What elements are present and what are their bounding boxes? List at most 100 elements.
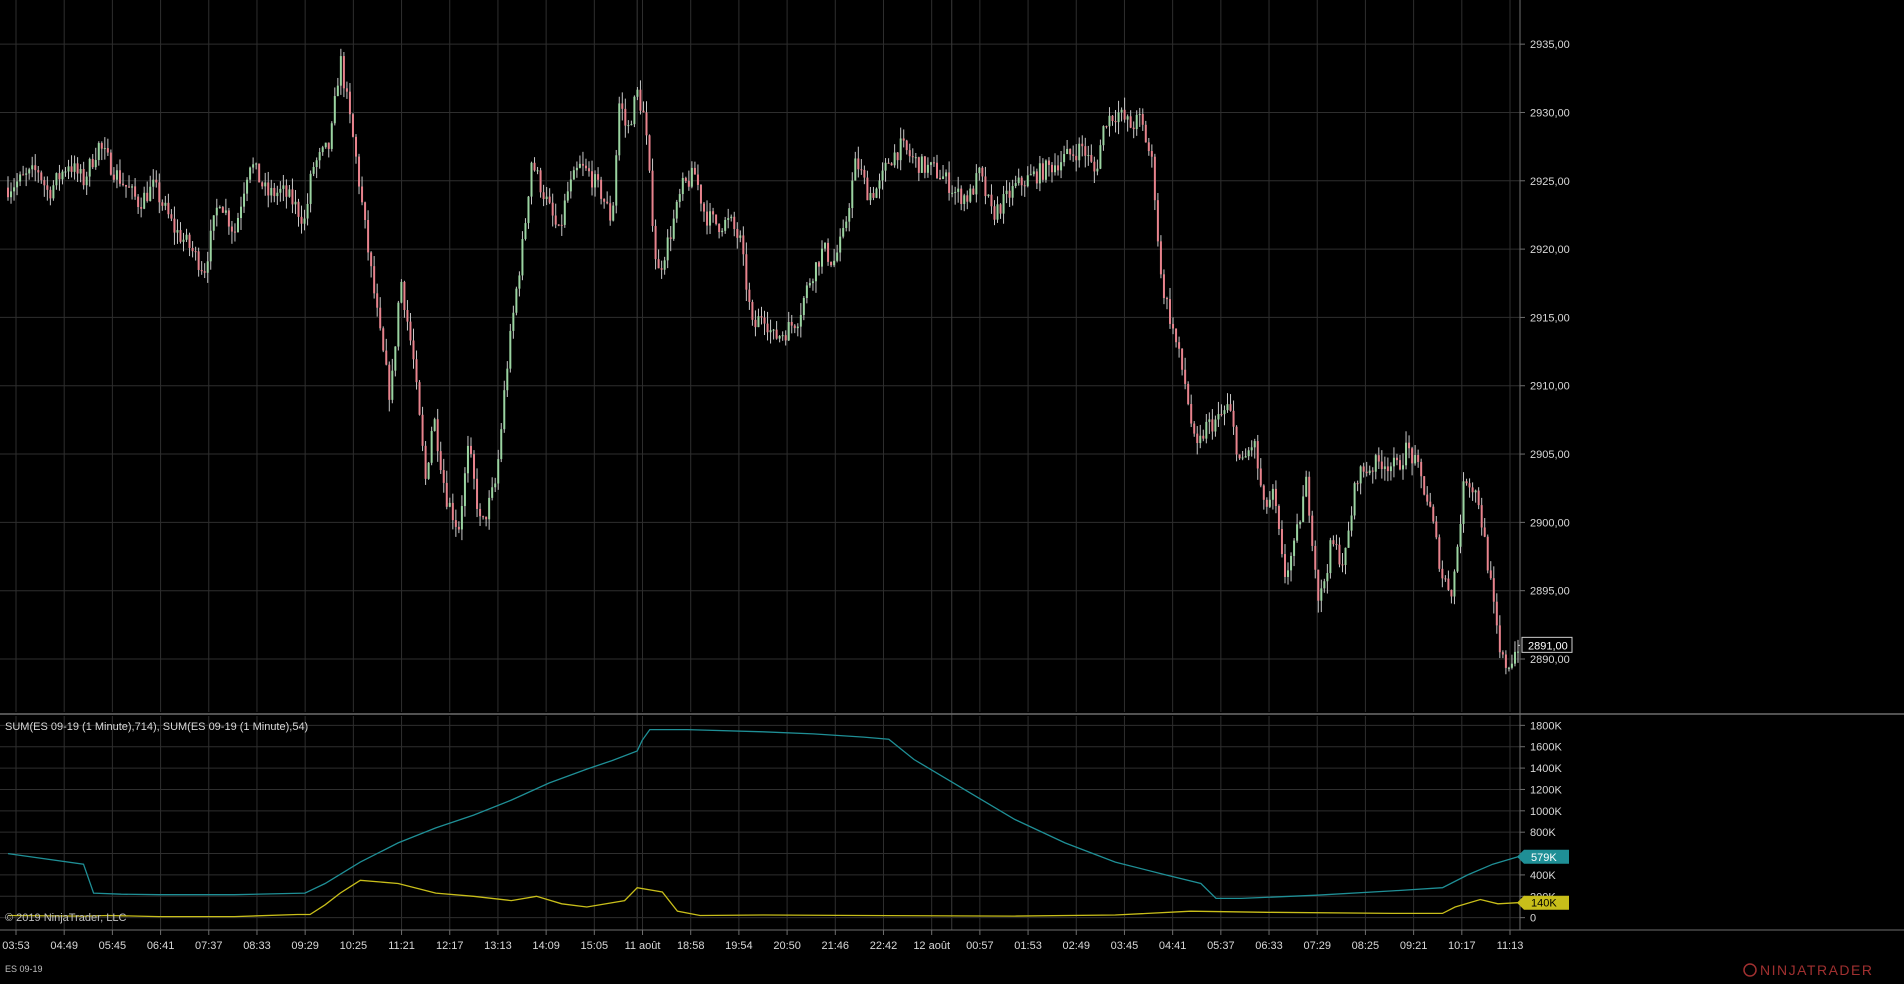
candle-down [1175, 328, 1178, 343]
candle-down [1235, 426, 1238, 455]
candle-up [152, 179, 155, 187]
candle-up [572, 170, 575, 180]
candle-down [1341, 564, 1344, 566]
time-tick-label: 04:49 [50, 940, 78, 952]
candle-up [246, 179, 249, 194]
candle-down [651, 170, 654, 226]
candle-down [128, 186, 131, 188]
candle-down [1411, 448, 1414, 464]
candle-down [923, 156, 926, 173]
time-tick-label: 03:45 [1111, 940, 1139, 952]
candle-down [37, 170, 40, 173]
price-tick-label: 2930,00 [1530, 107, 1570, 119]
candle-up [612, 205, 615, 221]
candle-up [920, 156, 923, 173]
candle-down [1274, 488, 1277, 507]
candle-up [512, 312, 515, 331]
candle-up [500, 429, 503, 460]
candle-up [28, 169, 31, 174]
candle-down [261, 182, 264, 187]
candle-up [212, 215, 215, 231]
candle-up [1223, 410, 1226, 415]
candle-up [1299, 521, 1302, 525]
candle-down [382, 328, 385, 351]
candle-up [1044, 160, 1047, 180]
candle-down [1172, 323, 1175, 329]
candle-up [255, 163, 258, 165]
candle-up [987, 194, 990, 197]
candle-down [1057, 165, 1060, 171]
candle-down [1501, 652, 1504, 655]
candle-up [240, 206, 243, 218]
candle-down [1477, 490, 1480, 506]
price-tick-label: 2895,00 [1530, 586, 1570, 598]
candle-up [545, 196, 548, 200]
candle-up [1296, 524, 1299, 541]
candle-down [1356, 483, 1359, 485]
candle-down [760, 316, 763, 318]
candle-down [966, 195, 969, 202]
candle-up [279, 188, 282, 193]
price-tick-label: 2910,00 [1530, 381, 1570, 393]
candle-up [448, 502, 451, 507]
candle-down [1386, 466, 1389, 472]
candle-up [727, 218, 730, 220]
candle-up [1350, 515, 1353, 531]
candle-down [1377, 455, 1380, 462]
candle-up [730, 216, 733, 219]
time-tick-label: 08:25 [1352, 940, 1380, 952]
candle-down [1283, 554, 1286, 577]
candle-down [1047, 160, 1050, 165]
candle-down [1084, 146, 1087, 156]
candle-down [379, 307, 382, 329]
candle-down [200, 269, 203, 272]
candle-down [46, 185, 49, 190]
candle-down [1365, 471, 1368, 474]
candle-down [140, 207, 143, 209]
candle-down [1211, 419, 1214, 432]
candle-up [881, 170, 884, 181]
candle-down [1111, 115, 1114, 122]
candle-up [594, 174, 597, 188]
price-tick-label: 2905,00 [1530, 449, 1570, 461]
candle-up [491, 487, 494, 498]
candle-down [1314, 545, 1317, 570]
price-tick-label: 2925,00 [1530, 176, 1570, 188]
candle-up [899, 138, 902, 161]
candle-down [376, 293, 379, 308]
candle-down [718, 223, 721, 233]
candle-up [1287, 570, 1290, 577]
candle-up [636, 89, 639, 97]
time-tick-label: 20:50 [773, 940, 801, 952]
candle-up [252, 164, 255, 168]
candle-down [1332, 540, 1335, 545]
candle-up [721, 230, 724, 233]
candle-up [951, 192, 954, 194]
candle-up [1208, 419, 1211, 422]
candle-up [578, 163, 581, 168]
candle-down [1447, 578, 1450, 590]
candle-up [1414, 455, 1417, 464]
candle-down [863, 169, 866, 178]
candle-down [993, 206, 996, 220]
candle-up [945, 172, 948, 177]
candle-down [358, 156, 361, 187]
candle-up [164, 202, 167, 206]
candle-up [1054, 165, 1057, 173]
candle-up [618, 103, 621, 156]
time-tick-label: 07:29 [1303, 940, 1331, 952]
candle-down [76, 163, 79, 174]
candle-down [1156, 200, 1159, 242]
candle-up [224, 210, 227, 213]
volume-tick-label: 1600K [1530, 742, 1562, 754]
candle-down [763, 317, 766, 324]
candle-up [1247, 450, 1250, 457]
chart-svg[interactable]: 2935,00 2930,00 2925,00 2920,00 2915,00 2910,… [0, 0, 1904, 979]
candle-down [1423, 476, 1426, 495]
candle-down [134, 186, 137, 197]
candle-up [1293, 540, 1296, 556]
candle-up [975, 173, 978, 195]
candle-up [1117, 112, 1120, 123]
candle-down [436, 419, 439, 452]
time-tick-label: 12 août [913, 940, 950, 952]
